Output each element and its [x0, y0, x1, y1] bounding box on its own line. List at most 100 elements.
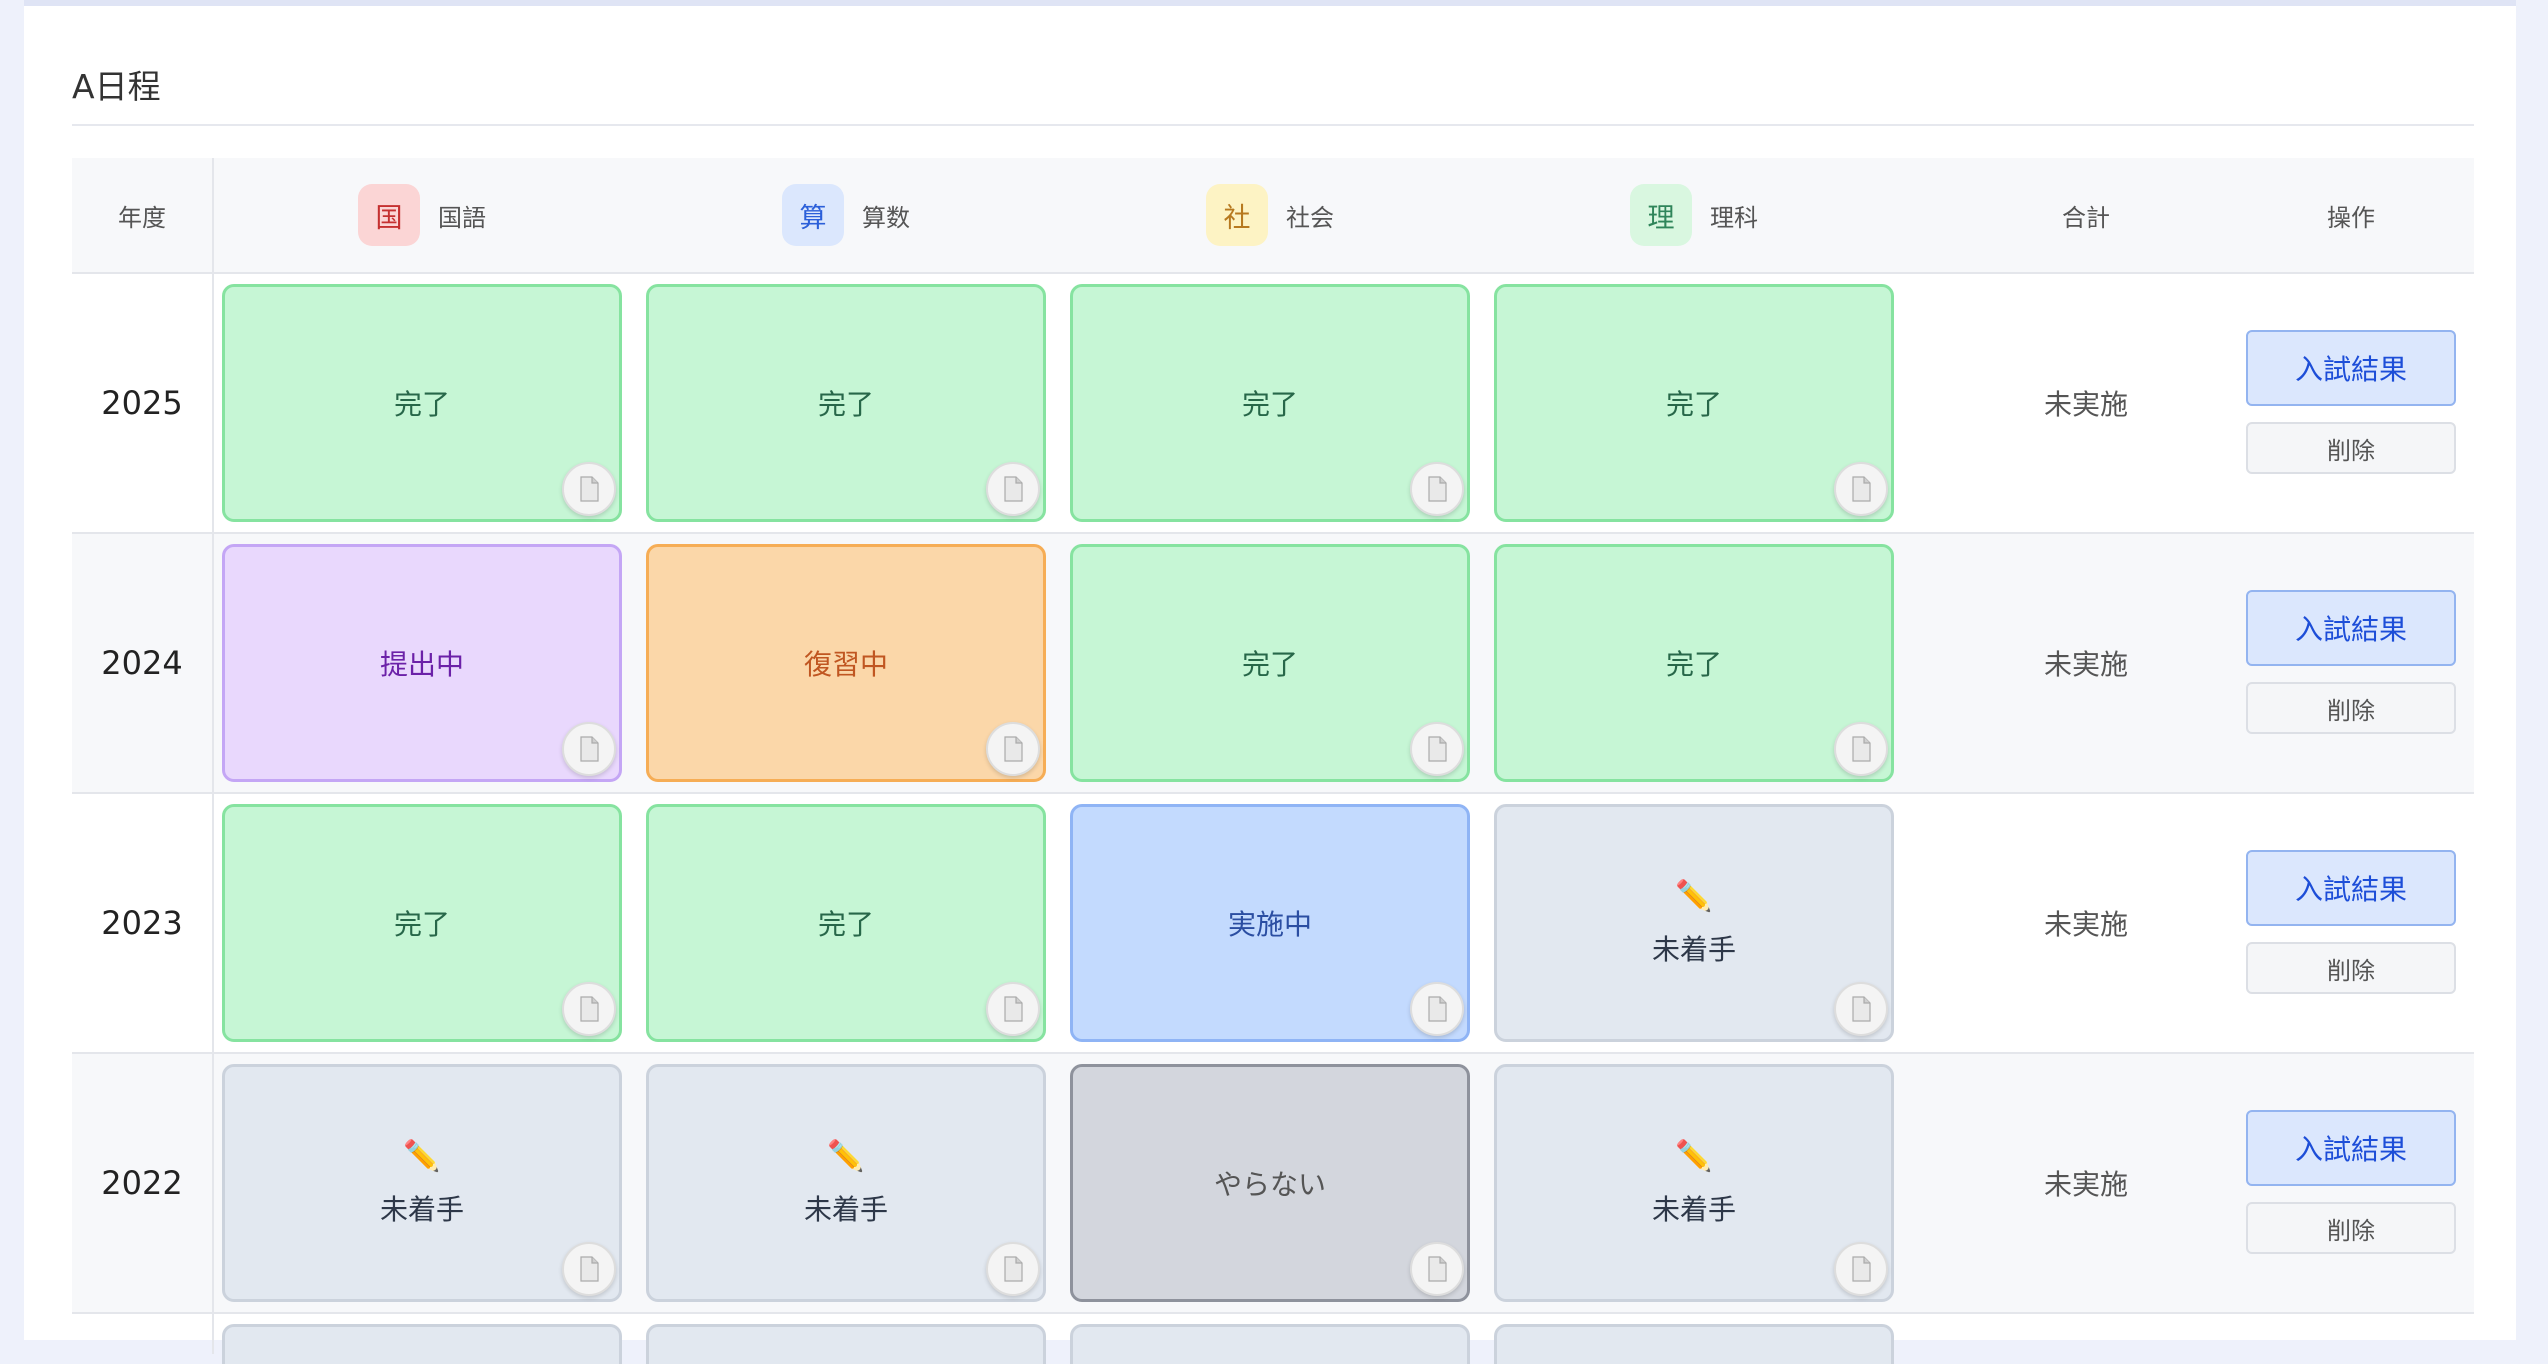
exam-result-button[interactable]: 入試結果 [2246, 850, 2456, 926]
schedule-card: A日程 年度 国 国語 算 算数 社 社会 理 理科 合計 操作 2025 未実… [24, 0, 2516, 1364]
header-subject-math: 算 算数 [646, 158, 1046, 272]
column-divider [212, 1314, 214, 1354]
pencil-icon: ✏️ [827, 1138, 865, 1174]
status-label: 完了 [1665, 648, 1722, 681]
status-label: 未着手 [803, 1192, 888, 1226]
column-divider [212, 1054, 214, 1312]
status-cell[interactable]: 完了 [222, 284, 622, 522]
status-cell[interactable]: ✏️ 未着手 [1494, 1064, 1894, 1302]
status-cell[interactable]: 完了 [222, 804, 622, 1042]
status-cell[interactable]: 完了 [646, 804, 1046, 1042]
exam-result-button[interactable]: 入試結果 [2246, 1110, 2456, 1186]
year-cell: 2024 [101, 644, 183, 682]
document-icon[interactable] [562, 722, 616, 776]
table-row: 2023 未実施 入試結果 削除 完了 完了 実施中 ✏️ 未着手 [72, 794, 2474, 1054]
column-divider [212, 274, 214, 532]
status-cell[interactable]: ✏️ 未着手 [646, 1064, 1046, 1302]
status-cell-partial [1494, 1324, 1894, 1364]
delete-button[interactable]: 削除 [2246, 1202, 2456, 1254]
status-label: 完了 [1241, 388, 1298, 421]
document-icon[interactable] [1410, 982, 1464, 1036]
exam-result-button[interactable]: 入試結果 [2246, 330, 2456, 406]
total-cell: 未実施 [2043, 388, 2128, 421]
subject-label-science: 理科 [1710, 203, 1758, 232]
section-title: A日程 [72, 67, 161, 106]
subject-label-math: 算数 [862, 203, 910, 232]
status-label: 完了 [393, 908, 450, 941]
status-cell[interactable]: ✏️ 未着手 [1494, 804, 1894, 1042]
total-cell: 未実施 [2043, 908, 2128, 941]
table-body: 2025 未実施 入試結果 削除 完了 完了 完了 完了 2024 未実施 入試結果 … [72, 274, 2474, 1314]
table-row: 2025 未実施 入試結果 削除 完了 完了 完了 完了 [72, 274, 2474, 534]
document-icon[interactable] [562, 982, 616, 1036]
status-cell[interactable]: やらない [1070, 1064, 1470, 1302]
document-icon[interactable] [1410, 1242, 1464, 1296]
document-icon[interactable] [1834, 1242, 1888, 1296]
column-divider [212, 534, 214, 792]
header-subject-japanese: 国 国語 [222, 158, 622, 272]
exam-result-button[interactable]: 入試結果 [2246, 590, 2456, 666]
year-cell: 2022 [101, 1164, 183, 1202]
title-divider [72, 124, 2474, 126]
document-icon[interactable] [986, 982, 1040, 1036]
status-label: 復習中 [803, 648, 888, 681]
year-cell: 2023 [101, 904, 183, 942]
status-label: 実施中 [1227, 908, 1312, 941]
document-icon[interactable] [986, 722, 1040, 776]
status-label: 完了 [393, 388, 450, 421]
subject-badge-social: 社 [1206, 184, 1268, 246]
delete-button[interactable]: 削除 [2246, 682, 2456, 734]
total-cell: 未実施 [2043, 1168, 2128, 1201]
table-row-partial [72, 1314, 2474, 1364]
status-cell-partial [1070, 1324, 1470, 1364]
status-label: 未着手 [1651, 1192, 1736, 1226]
subject-badge-science: 理 [1630, 184, 1692, 246]
status-label: 未着手 [379, 1192, 464, 1226]
status-cell[interactable]: 完了 [1494, 544, 1894, 782]
subject-label-japanese: 国語 [438, 203, 486, 232]
status-label: 完了 [817, 908, 874, 941]
document-icon[interactable] [1834, 982, 1888, 1036]
column-divider [212, 158, 214, 272]
header-year: 年度 [118, 203, 166, 232]
status-cell[interactable]: ✏️ 未着手 [222, 1064, 622, 1302]
status-cell[interactable]: 完了 [1494, 284, 1894, 522]
subject-badge-japanese: 国 [358, 184, 420, 246]
schedule-table: 年度 国 国語 算 算数 社 社会 理 理科 合計 操作 2025 未実施 入試… [72, 158, 2474, 1364]
header-subject-social: 社 社会 [1070, 158, 1470, 272]
table-header: 年度 国 国語 算 算数 社 社会 理 理科 合計 操作 [72, 158, 2474, 274]
document-icon[interactable] [562, 462, 616, 516]
table-row: 2024 未実施 入試結果 削除 提出中 復習中 完了 完了 [72, 534, 2474, 794]
pencil-icon: ✏️ [1675, 878, 1713, 914]
status-cell[interactable]: 完了 [1070, 544, 1470, 782]
status-cell[interactable]: 完了 [646, 284, 1046, 522]
status-label: 完了 [1241, 648, 1298, 681]
delete-button[interactable]: 削除 [2246, 422, 2456, 474]
subject-label-social: 社会 [1286, 203, 1334, 232]
pencil-icon: ✏️ [1675, 1138, 1713, 1174]
document-icon[interactable] [562, 1242, 616, 1296]
document-icon[interactable] [986, 1242, 1040, 1296]
document-icon[interactable] [1410, 722, 1464, 776]
delete-button[interactable]: 削除 [2246, 942, 2456, 994]
document-icon[interactable] [1410, 462, 1464, 516]
status-cell-partial [222, 1324, 622, 1364]
year-cell: 2025 [101, 384, 183, 422]
status-label: やらない [1213, 1168, 1326, 1201]
status-label: 完了 [1665, 388, 1722, 421]
status-cell[interactable]: 復習中 [646, 544, 1046, 782]
status-cell[interactable]: 完了 [1070, 284, 1470, 522]
status-cell-partial [646, 1324, 1046, 1364]
status-cell[interactable]: 実施中 [1070, 804, 1470, 1042]
status-label: 完了 [817, 388, 874, 421]
total-cell: 未実施 [2043, 648, 2128, 681]
document-icon[interactable] [986, 462, 1040, 516]
document-icon[interactable] [1834, 462, 1888, 516]
header-subject-science: 理 理科 [1494, 158, 1894, 272]
document-icon[interactable] [1834, 722, 1888, 776]
table-row: 2022 未実施 入試結果 削除 ✏️ 未着手 ✏️ 未着手 やらない ✏️ 未着手 [72, 1054, 2474, 1314]
pencil-icon: ✏️ [403, 1138, 441, 1174]
status-cell[interactable]: 提出中 [222, 544, 622, 782]
subject-badge-math: 算 [782, 184, 844, 246]
status-label: 提出中 [379, 648, 464, 681]
